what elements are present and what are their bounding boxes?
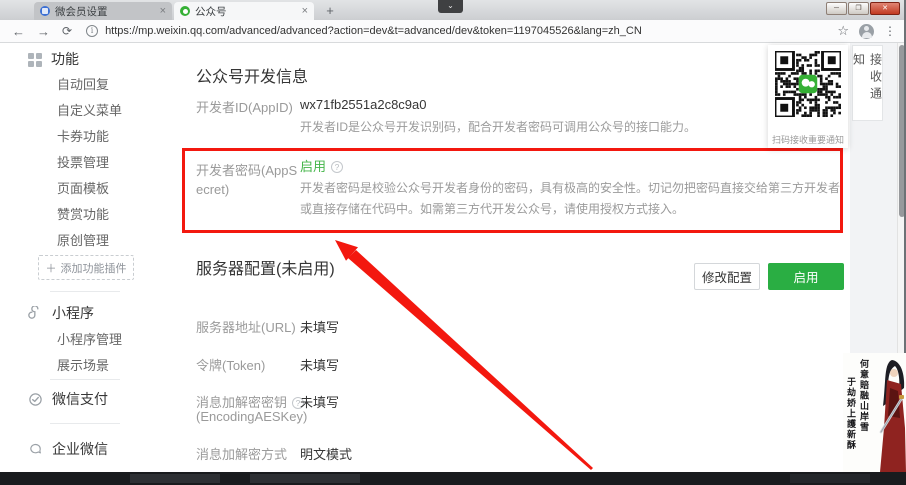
aeskey-value: 未填写: [300, 392, 339, 411]
main-content: 公众号开发信息 开发者ID(AppID) wx71fb2551a2c8c9a0 …: [180, 43, 850, 472]
sidebar-item-voting[interactable]: 投票管理: [57, 152, 109, 171]
bookmark-star-icon[interactable]: ☆: [837, 23, 849, 39]
add-plugin-button[interactable]: ＋ 添加功能插件: [38, 255, 134, 280]
qr-caption: 扫码接收重要通知: [768, 133, 848, 146]
page-info-icon[interactable]: i: [86, 25, 98, 37]
receive-notification-tab[interactable]: 接收通知: [852, 45, 883, 121]
appid-label: 开发者ID(AppID): [196, 97, 293, 116]
tab-close-icon[interactable]: ×: [160, 5, 166, 17]
window-controls: ─ ❐ ✕: [826, 2, 900, 15]
enable-button[interactable]: 启用: [768, 263, 844, 290]
tab-title: 公众号: [195, 4, 298, 19]
grid-icon: [28, 52, 42, 66]
encrypt-mode-label: 消息加解密方式: [196, 444, 287, 463]
sidebar-item-display-scene[interactable]: 展示场景: [57, 355, 109, 374]
server-url-label: 服务器地址(URL): [196, 317, 296, 336]
plus-icon: ＋: [46, 260, 57, 276]
tab-title: 微会员设置: [55, 4, 156, 19]
sidebar-divider: [50, 291, 120, 292]
browser-menu-icon[interactable]: ⋮: [884, 24, 896, 38]
address-bar: ← → ⟳ i https://mp.weixin.qq.com/advance…: [0, 20, 906, 43]
sidebar-item-auto-reply[interactable]: 自动回复: [57, 74, 109, 93]
profile-avatar[interactable]: [859, 24, 874, 39]
enterprise-wechat-icon: [28, 442, 43, 457]
calligraphy-text: 何意賠融山岸雪: [857, 359, 870, 433]
encrypt-mode-value: 明文模式: [300, 444, 352, 463]
token-label: 令牌(Token): [196, 355, 265, 374]
miniprogram-icon: [28, 306, 43, 321]
qr-code: [775, 51, 841, 117]
tab-official-account[interactable]: 公众号 ×: [174, 2, 314, 20]
forward-icon[interactable]: →: [37, 24, 50, 39]
member-settings-favicon-icon: [40, 6, 50, 16]
aeskey-label-en: (EncodingAESKey): [196, 409, 307, 424]
page-title: 公众号开发信息: [196, 63, 308, 87]
server-config-title: 服务器配置(未启用): [196, 255, 335, 279]
sidebar-divider: [50, 423, 120, 424]
desktop-wallpaper-corner: 何意賠融山岸雪 于劫娇上護新酥: [843, 353, 906, 472]
wechat-favicon-icon: [180, 6, 190, 16]
reload-icon[interactable]: ⟳: [62, 24, 72, 38]
windows-taskbar[interactable]: [0, 472, 906, 485]
anime-character-art: [878, 358, 906, 472]
sidebar-section-miniprogram[interactable]: 小程序: [28, 303, 94, 323]
tab-strip: 微会员设置 × 公众号 × + ⌄ ─ ❐ ✕: [0, 0, 906, 20]
sidebar-item-page-template[interactable]: 页面模板: [57, 178, 109, 197]
tab-close-icon[interactable]: ×: [302, 5, 308, 17]
sidebar-section-wechat-pay[interactable]: 微信支付: [28, 389, 108, 409]
sidebar-divider: [50, 379, 120, 380]
sidebar: 功能 自动回复 自定义菜单 卡券功能 投票管理 页面模板 赞赏功能 原创管理 ＋…: [0, 43, 180, 472]
chevron-down-icon[interactable]: ⌄: [438, 0, 463, 13]
url-field[interactable]: https://mp.weixin.qq.com/advanced/advanc…: [105, 25, 837, 37]
wechat-pay-icon: [28, 392, 43, 407]
minimize-button[interactable]: ─: [826, 2, 847, 15]
appid-value: wx71fb2551a2c8c9a0: [300, 97, 427, 112]
annotation-red-rectangle: [182, 148, 843, 233]
server-url-value: 未填写: [300, 317, 339, 336]
sidebar-item-custom-menu[interactable]: 自定义菜单: [57, 100, 122, 119]
sidebar-section-function[interactable]: 功能: [28, 49, 79, 69]
sidebar-section-enterprise-wechat[interactable]: 企业微信: [28, 439, 108, 459]
close-button[interactable]: ✕: [870, 2, 900, 15]
appid-description: 开发者ID是公众号开发识别码，配合开发者密码可调用公众号的接口能力。: [300, 117, 696, 137]
sidebar-item-appreciation[interactable]: 赞赏功能: [57, 204, 109, 223]
modify-config-button[interactable]: 修改配置: [694, 263, 760, 290]
qr-popup: 扫码接收重要通知: [768, 45, 848, 148]
token-value: 未填写: [300, 355, 339, 374]
tab-member-settings[interactable]: 微会员设置 ×: [34, 2, 172, 20]
maximize-button[interactable]: ❐: [848, 2, 869, 15]
sidebar-item-card-coupon[interactable]: 卡券功能: [57, 126, 109, 145]
browser-window: 微会员设置 × 公众号 × + ⌄ ─ ❐ ✕ ← → ⟳ i https://…: [0, 0, 906, 485]
sidebar-item-original[interactable]: 原创管理: [57, 230, 109, 249]
calligraphy-text: 于劫娇上護新酥: [844, 377, 857, 451]
sidebar-item-miniprogram-manage[interactable]: 小程序管理: [57, 329, 122, 348]
new-tab-button[interactable]: +: [322, 4, 338, 18]
back-icon[interactable]: ←: [12, 24, 25, 39]
